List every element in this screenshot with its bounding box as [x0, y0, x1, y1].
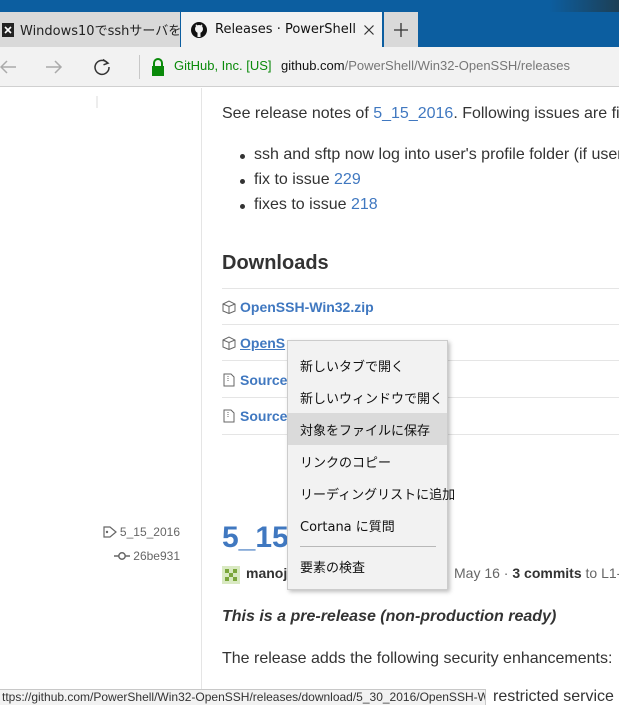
branch-text: to L1- [581, 565, 619, 581]
list-item-text: fixes to issue [254, 196, 351, 213]
issue-link[interactable]: 229 [334, 171, 361, 188]
url-path: /PowerShell/Win32-OpenSSH/releases [344, 58, 571, 73]
download-link-source-tar[interactable]: Source [222, 406, 287, 426]
list-item-text: fix to issue [254, 171, 335, 188]
list-item: ssh and sftp now log into user's profile… [240, 146, 619, 171]
forward-arrow-icon [46, 60, 63, 74]
github-icon [191, 21, 207, 38]
certificate-label[interactable]: GitHub, Inc. [US] [174, 58, 272, 73]
downloads-heading: Downloads [222, 252, 329, 274]
menu-item-inspect-element[interactable]: 要素の検査 [288, 550, 447, 582]
lock-icon[interactable] [150, 57, 166, 77]
fixed-issues-list: ssh and sftp now log into user's profile… [240, 146, 619, 221]
list-item: fix to issue 229 [240, 171, 619, 196]
list-item-text: ssh and sftp now log into user's profile… [254, 146, 619, 163]
release-detail-text: restricted service a [493, 688, 619, 705]
tab-strip: Windows10でsshサーバを構築 Releases · PowerShel… [0, 0, 619, 47]
menu-item-ask-cortana[interactable]: Cortana に質問 [288, 509, 447, 541]
tab-title: Windows10でsshサーバを構築 [20, 24, 180, 39]
refresh-button[interactable] [88, 53, 116, 81]
new-tab-button[interactable] [384, 12, 418, 47]
context-menu: 新しいタブで開く 新しいウィンドウで開く 対象をファイルに保存 リンクのコピー … [287, 340, 455, 590]
download-link-openssh-win32[interactable]: OpenSSH-Win32.zip [222, 297, 374, 317]
tab-windows10-ssh[interactable]: Windows10でsshサーバを構築 [0, 12, 180, 47]
menu-separator [300, 546, 436, 547]
release-description: The release adds the following security … [222, 650, 613, 667]
downloads-rule [222, 288, 619, 289]
file-zip-icon [223, 373, 235, 387]
back-arrow-icon [0, 60, 16, 74]
column-divider [201, 88, 202, 705]
commit-label: 26be931 [133, 549, 180, 563]
plus-icon [394, 22, 408, 37]
package-icon [222, 336, 236, 350]
tag-label: 5_15_2016 [119, 525, 180, 539]
menu-item-save-target-as[interactable]: 対象をファイルに保存 [288, 413, 447, 445]
list-item: fixes to issue 218 [240, 196, 619, 221]
forward-button[interactable] [40, 53, 68, 81]
author-link[interactable]: manoj [246, 565, 287, 581]
menu-item-open-new-window[interactable]: 新しいウィンドウで開く [288, 381, 447, 413]
status-url-bar: ttps://github.com/PowerShell/Win32-OpenS… [0, 689, 486, 705]
commit-icon [114, 552, 131, 560]
release-commit[interactable]: 26be931 [114, 549, 180, 563]
release-meta: May 16 · 3 commits to L1- [454, 565, 619, 581]
download-link-openssh-win64[interactable]: OpenS [222, 333, 285, 353]
menu-item-open-new-tab[interactable]: 新しいタブで開く [288, 349, 447, 381]
url-host: github.com [281, 58, 345, 73]
download-label: OpenS [240, 335, 286, 351]
file-zip-icon [223, 409, 235, 423]
issue-link[interactable]: 218 [351, 196, 378, 213]
prerelease-notice: This is a pre-release (non-production re… [222, 608, 557, 625]
address-field[interactable]: github.com/PowerShell/Win32-OpenSSH/rele… [281, 58, 570, 73]
site-favicon-icon [0, 22, 16, 38]
download-label: Source [240, 408, 288, 424]
release-date: May 16 · [454, 565, 513, 581]
menu-item-add-to-reading-list[interactable]: リーディングリストに追加 [288, 477, 455, 509]
download-label: Source [240, 372, 288, 388]
notes-suffix: . Following issues are fi [453, 105, 619, 122]
download-link-source-zip[interactable]: Source [222, 370, 287, 390]
title-bar-edge [549, 0, 619, 12]
menu-item-copy-link[interactable]: リンクのコピー [288, 445, 447, 477]
tab-title: Releases · PowerShell/W [215, 22, 356, 37]
tab-releases[interactable]: Releases · PowerShell/W [181, 12, 382, 47]
package-icon [222, 300, 236, 314]
browser-window: Windows10でsshサーバを構築 Releases · PowerShel… [0, 0, 619, 705]
release-title-link[interactable]: 5_15 [222, 521, 289, 555]
refresh-icon [94, 58, 110, 76]
release-tag[interactable]: 5_15_2016 [103, 525, 180, 539]
nav-separator [139, 55, 140, 79]
download-label: OpenSSH-Win32.zip [240, 299, 374, 315]
downloads-rule [222, 324, 619, 325]
notes-prefix: See release notes of [222, 105, 374, 122]
release-notes-sentence: See release notes of 5_15_2016. Followin… [222, 105, 619, 123]
release-notes-link[interactable]: 5_15_2016 [373, 105, 453, 122]
navigation-bar: GitHub, Inc. [US] github.com/PowerShell/… [0, 47, 619, 87]
tag-icon [103, 526, 117, 538]
close-tab-icon[interactable] [356, 24, 382, 35]
faded-mark [96, 96, 98, 108]
release-sidebar: 5_15_2016 26be931 [0, 88, 201, 705]
commits-link[interactable]: 3 commits [512, 565, 581, 581]
avatar[interactable] [222, 566, 240, 584]
back-button[interactable] [0, 53, 22, 81]
